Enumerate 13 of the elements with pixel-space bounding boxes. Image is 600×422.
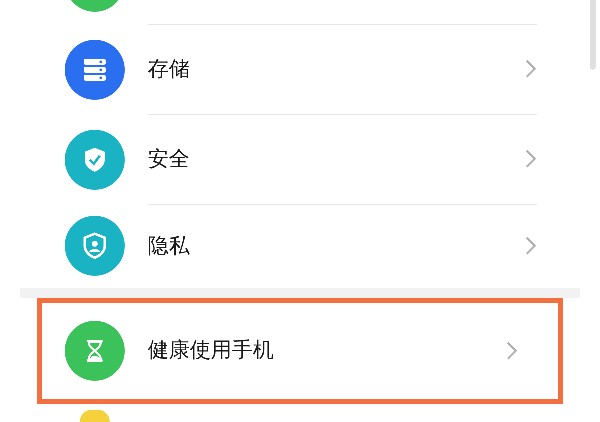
settings-item[interactable]: 隐私 [0,204,600,288]
chevron-right-icon [525,149,537,170]
chevron-right-icon [525,236,537,256]
chevron-right-icon [525,59,537,80]
app-icon [80,410,110,422]
item-label: 健康使用手机 [148,337,275,364]
item-label: 安全 [148,146,191,173]
item-label: 隐私 [148,232,191,260]
settings-item[interactable]: 安全 [0,114,600,205]
item-label: 存储 [148,56,191,83]
chevron-right-icon [506,340,518,361]
scroll-bar [590,0,596,70]
settings-item[interactable]: 存储 [0,25,600,115]
